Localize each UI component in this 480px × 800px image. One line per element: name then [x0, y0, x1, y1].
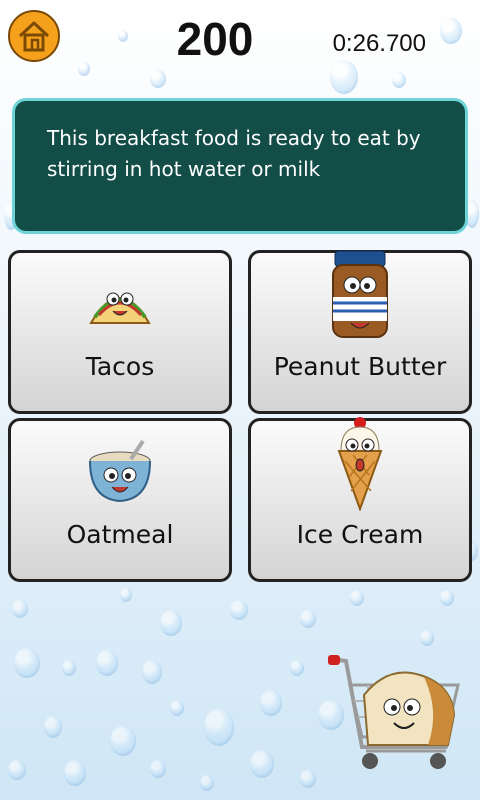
home-button[interactable]: [8, 10, 60, 62]
house-icon: [18, 21, 50, 52]
answer-label: Tacos: [85, 352, 155, 381]
answer-label: Ice Cream: [296, 520, 424, 549]
answer-label: Oatmeal: [66, 520, 174, 549]
score-display: 200: [176, 13, 254, 65]
answer-button-peanut-butter[interactable]: Peanut Butter: [248, 250, 472, 414]
question-text: This breakfast food is ready to eat by s…: [47, 126, 421, 181]
ice-cream-cone-icon: [337, 417, 383, 511]
peanut-butter-jar-icon: [332, 250, 388, 338]
answer-button-tacos[interactable]: Tacos: [8, 250, 232, 414]
timer-display: 0:26.700: [332, 30, 426, 57]
shopping-cart-mascot-icon: [328, 655, 460, 769]
oatmeal-bowl-icon: [89, 439, 151, 503]
question-panel: This breakfast food is ready to eat by s…: [12, 98, 468, 234]
answer-label: Peanut Butter: [273, 352, 447, 381]
answer-button-oatmeal[interactable]: Oatmeal: [8, 418, 232, 582]
answer-button-ice-cream[interactable]: Ice Cream: [248, 417, 472, 582]
taco-icon: [89, 292, 151, 324]
